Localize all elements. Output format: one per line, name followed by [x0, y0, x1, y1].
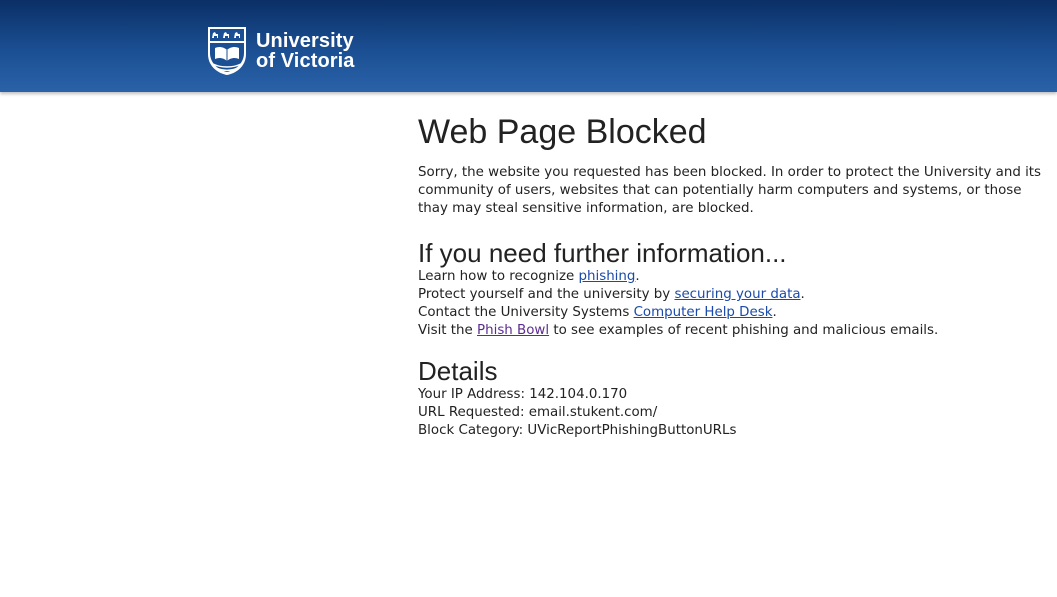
- url-requested: URL Requested: email.stukent.com/: [418, 405, 658, 420]
- logo-wordmark: University of Victoria: [256, 31, 355, 71]
- phishing-link[interactable]: phishing: [579, 269, 636, 284]
- info-line-helpdesk: Contact the University Systems Computer …: [418, 304, 1048, 322]
- page-title: Web Page Blocked: [418, 113, 707, 151]
- ip-address: Your IP Address: 142.104.0.170: [418, 387, 628, 402]
- site-header: University of Victoria: [0, 0, 1057, 92]
- info-line-securing-text: Protect yourself and the university by: [418, 287, 675, 302]
- info-line-helpdesk-end: .: [772, 305, 777, 320]
- info-line-phishing: Learn how to recognize phishing.: [418, 268, 1048, 286]
- help-desk-link[interactable]: Computer Help Desk: [634, 305, 773, 320]
- info-line-phishbowl: Visit the Phish Bowl to see examples of …: [418, 322, 1048, 340]
- info-line-securing: Protect yourself and the university by s…: [418, 286, 1048, 304]
- uvic-logo[interactable]: University of Victoria: [207, 26, 355, 76]
- info-line-securing-end: .: [800, 287, 805, 302]
- logo-line2: of Victoria: [256, 50, 355, 72]
- info-line-helpdesk-text: Contact the University Systems: [418, 305, 634, 320]
- info-heading: If you need further information...: [418, 238, 787, 268]
- details-heading: Details: [418, 356, 498, 386]
- info-line-phishing-text: Learn how to recognize: [418, 269, 579, 284]
- uvic-crest-icon: [208, 27, 246, 75]
- logo-line1: University: [256, 30, 354, 52]
- intro-text: Sorry, the website you requested has bee…: [418, 165, 1042, 216]
- info-line-phishbowl-text: Visit the: [418, 323, 478, 338]
- info-line-phishbowl-end: to see examples of recent phishing and m…: [549, 323, 939, 338]
- info-line-phishing-end: .: [635, 269, 640, 284]
- phish-bowl-link[interactable]: Phish Bowl: [477, 323, 549, 338]
- main-content: Web Page Blocked Sorry, the website you …: [418, 112, 1048, 440]
- block-category: Block Category: UVicReportPhishingButton…: [418, 423, 737, 438]
- securing-data-link[interactable]: securing your data: [674, 287, 800, 302]
